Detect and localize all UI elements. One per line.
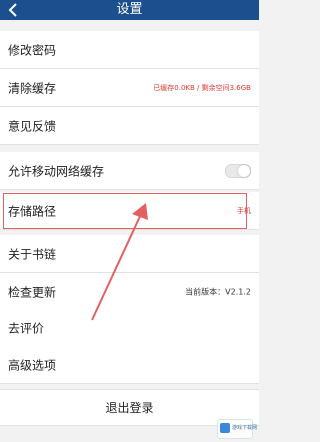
row-change-password[interactable]: 修改密码 bbox=[0, 31, 259, 69]
watermark-logo-icon bbox=[220, 423, 230, 433]
row-label: 关于书链 bbox=[8, 247, 57, 261]
row-label: 意见反馈 bbox=[8, 119, 57, 133]
row-label: 修改密码 bbox=[8, 43, 57, 57]
row-clear-cache[interactable]: 清除缓存 已缓存0.0KB / 剩余空间3.6GB bbox=[0, 69, 259, 107]
row-label: 高级选项 bbox=[8, 358, 57, 372]
cache-size-value: 已缓存0.0KB / 剩余空间3.6GB bbox=[153, 83, 251, 92]
row-label: 去评价 bbox=[8, 321, 45, 335]
row-about[interactable]: 关于书链 bbox=[0, 235, 259, 273]
toggle-knob bbox=[238, 164, 250, 177]
storage-path-value: 手机 bbox=[237, 206, 251, 215]
row-label: 清除缓存 bbox=[8, 81, 57, 95]
row-label: 允许移动网络缓存 bbox=[8, 164, 105, 178]
row-label: 存储路径 bbox=[8, 204, 57, 218]
app-header: 设置 bbox=[0, 0, 259, 20]
watermark-badge: 游戏下载网 bbox=[217, 419, 257, 439]
row-advanced[interactable]: 高级选项 bbox=[0, 346, 259, 384]
row-storage-path[interactable]: 存储路径 手机 bbox=[0, 192, 259, 230]
row-rate[interactable]: 去评价 bbox=[0, 309, 259, 347]
row-feedback[interactable]: 意见反馈 bbox=[0, 107, 259, 145]
row-mobile-cache: 允许移动网络缓存 bbox=[0, 152, 259, 190]
page-title: 设置 bbox=[116, 2, 143, 17]
row-check-update[interactable]: 检查更新 当前版本：V2.1.2 bbox=[0, 273, 259, 311]
mobile-cache-toggle[interactable] bbox=[225, 163, 251, 178]
watermark-text: 游戏下载网 bbox=[232, 425, 258, 431]
version-value: 当前版本：V2.1.2 bbox=[185, 287, 251, 296]
logout-label: 退出登录 bbox=[105, 401, 154, 415]
row-label: 检查更新 bbox=[8, 285, 57, 299]
